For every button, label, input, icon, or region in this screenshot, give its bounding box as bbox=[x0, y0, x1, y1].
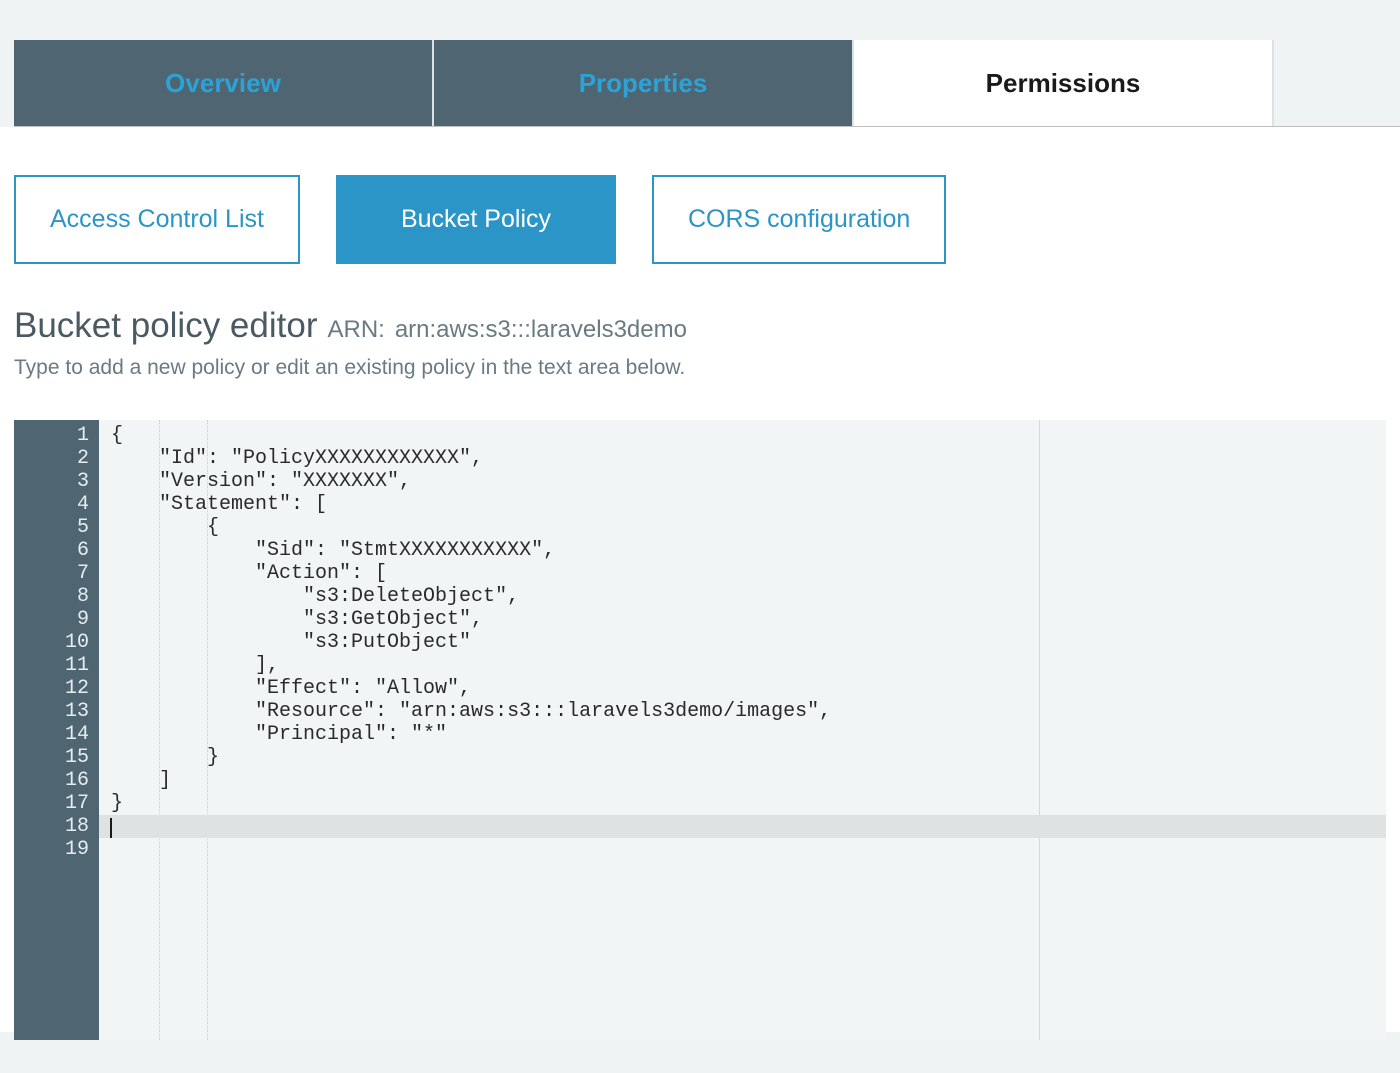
subtab-bucket-policy[interactable]: Bucket Policy bbox=[336, 175, 616, 264]
gutter-line: 1 bbox=[14, 424, 89, 447]
code-line[interactable]: "Action": [ bbox=[111, 562, 1386, 585]
permissions-panel: Access Control List Bucket Policy CORS c… bbox=[0, 127, 1400, 1032]
gutter-line: 4 bbox=[14, 493, 89, 516]
gutter-line: 19 bbox=[14, 838, 89, 861]
code-gutter: 12345678910111213141516171819 bbox=[14, 420, 99, 1040]
gutter-line: 3 bbox=[14, 470, 89, 493]
code-line[interactable]: "Version": "XXXXXXX", bbox=[111, 470, 1386, 493]
tab-overview[interactable]: Overview bbox=[14, 40, 434, 126]
code-line[interactable]: "Id": "PolicyXXXXXXXXXXXX", bbox=[111, 447, 1386, 470]
gutter-line: 16 bbox=[14, 769, 89, 792]
code-line[interactable] bbox=[111, 838, 1386, 861]
text-cursor bbox=[110, 818, 112, 838]
gutter-line: 7 bbox=[14, 562, 89, 585]
gutter-line: 8 bbox=[14, 585, 89, 608]
gutter-line: 11 bbox=[14, 654, 89, 677]
code-line[interactable]: ], bbox=[111, 654, 1386, 677]
gutter-line: 14 bbox=[14, 723, 89, 746]
subtab-cors[interactable]: CORS configuration bbox=[652, 175, 946, 264]
code-line[interactable]: "Resource": "arn:aws:s3:::laravels3demo/… bbox=[111, 700, 1386, 723]
gutter-line: 15 bbox=[14, 746, 89, 769]
code-line[interactable]: "Sid": "StmtXXXXXXXXXXX", bbox=[111, 539, 1386, 562]
code-line[interactable]: } bbox=[111, 792, 1386, 815]
code-line[interactable]: "Principal": "*" bbox=[111, 723, 1386, 746]
gutter-line: 17 bbox=[14, 792, 89, 815]
main-tabs: Overview Properties Permissions bbox=[14, 40, 1400, 127]
code-line[interactable]: "Effect": "Allow", bbox=[111, 677, 1386, 700]
code-line[interactable]: "s3:PutObject" bbox=[111, 631, 1386, 654]
gutter-line: 6 bbox=[14, 539, 89, 562]
code-line[interactable]: "s3:GetObject", bbox=[111, 608, 1386, 631]
editor-title: Bucket policy editor bbox=[14, 306, 317, 346]
code-line[interactable]: { bbox=[111, 516, 1386, 539]
subtab-acl[interactable]: Access Control List bbox=[14, 175, 300, 264]
gutter-line: 12 bbox=[14, 677, 89, 700]
gutter-line: 10 bbox=[14, 631, 89, 654]
gutter-line: 18 bbox=[14, 815, 89, 838]
code-line[interactable]: { bbox=[111, 424, 1386, 447]
gutter-line: 5 bbox=[14, 516, 89, 539]
gutter-line: 9 bbox=[14, 608, 89, 631]
code-area[interactable]: { "Id": "PolicyXXXXXXXXXXXX", "Version":… bbox=[99, 420, 1386, 1040]
permissions-subtabs: Access Control List Bucket Policy CORS c… bbox=[14, 127, 1386, 264]
code-editor[interactable]: 12345678910111213141516171819 { "Id": "P… bbox=[14, 420, 1386, 1040]
gutter-line: 2 bbox=[14, 447, 89, 470]
code-line[interactable]: ] bbox=[111, 769, 1386, 792]
code-line[interactable]: "Statement": [ bbox=[111, 493, 1386, 516]
editor-header: Bucket policy editor ARN: arn:aws:s3:::l… bbox=[14, 306, 1386, 380]
tab-permissions[interactable]: Permissions bbox=[854, 40, 1274, 126]
tab-properties[interactable]: Properties bbox=[434, 40, 854, 126]
editor-arn-label: ARN: bbox=[327, 316, 384, 344]
gutter-line: 13 bbox=[14, 700, 89, 723]
editor-subtitle: Type to add a new policy or edit an exis… bbox=[14, 356, 1386, 380]
code-line[interactable] bbox=[111, 815, 1386, 838]
code-line[interactable]: } bbox=[111, 746, 1386, 769]
code-line[interactable]: "s3:DeleteObject", bbox=[111, 585, 1386, 608]
editor-arn-value: arn:aws:s3:::laravels3demo bbox=[395, 316, 687, 344]
